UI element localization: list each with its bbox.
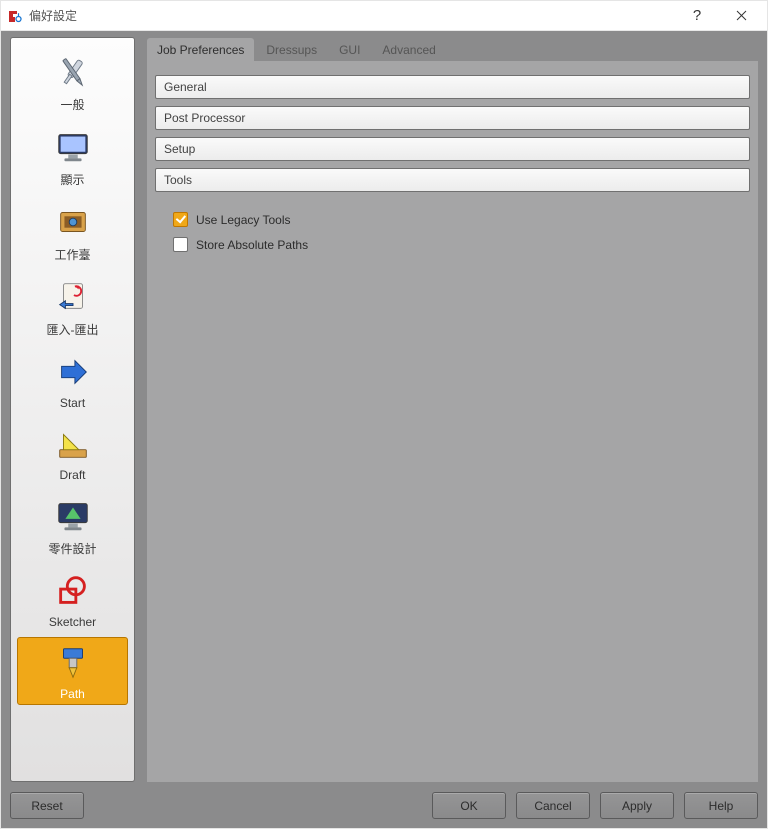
titlebar-help-button[interactable]: ? <box>675 2 719 30</box>
app-icon <box>7 8 23 24</box>
section-general[interactable]: General <box>155 75 750 99</box>
sidebar-item-label: Sketcher <box>49 615 96 629</box>
section-post-processor[interactable]: Post Processor <box>155 106 750 130</box>
sidebar-item-label: Draft <box>59 468 85 482</box>
cancel-button[interactable]: Cancel <box>516 792 590 819</box>
sidebar-item-label: 匯入-匯出 <box>47 321 99 338</box>
import-export-icon <box>53 277 93 317</box>
tabbar: Job Preferences Dressups GUI Advanced <box>147 37 758 61</box>
dialog-footer: Reset OK Cancel Apply Help <box>10 782 758 819</box>
option-label: Use Legacy Tools <box>196 213 291 227</box>
sidebar-item-label: 顯示 <box>60 171 84 188</box>
path-drill-icon <box>53 643 93 683</box>
ok-button[interactable]: OK <box>432 792 506 819</box>
sidebar-item-workbench[interactable]: 工作臺 <box>17 196 128 267</box>
option-use-legacy-tools[interactable]: Use Legacy Tools <box>155 207 750 232</box>
sidebar-item-label: 工作臺 <box>54 246 90 263</box>
sidebar-item-sketcher[interactable]: Sketcher <box>17 565 128 633</box>
monitor-icon <box>53 127 93 167</box>
tab-job-preferences[interactable]: Job Preferences <box>147 38 254 61</box>
tab-advanced[interactable]: Advanced <box>372 38 445 61</box>
window-title: 偏好設定 <box>29 7 77 24</box>
sidebar-item-label: Start <box>60 396 85 410</box>
reset-button[interactable]: Reset <box>10 792 84 819</box>
apply-button[interactable]: Apply <box>600 792 674 819</box>
sidebar-item-label: 零件設計 <box>48 540 96 557</box>
workbench-box-icon <box>53 202 93 242</box>
titlebar: 偏好設定 ? <box>1 1 767 31</box>
sidebar-item-start[interactable]: Start <box>17 346 128 414</box>
option-store-absolute-paths[interactable]: Store Absolute Paths <box>155 232 750 257</box>
arrow-right-icon <box>53 352 93 392</box>
tab-dressups[interactable]: Dressups <box>256 38 327 61</box>
part-design-icon <box>53 496 93 536</box>
sidebar-item-label: Path <box>60 687 85 701</box>
content-area: Job Preferences Dressups GUI Advanced Ge… <box>147 37 758 782</box>
sidebar-item-import-export[interactable]: 匯入-匯出 <box>17 271 128 342</box>
sidebar-item-display[interactable]: 顯示 <box>17 121 128 192</box>
sidebar-item-draft[interactable]: Draft <box>17 418 128 486</box>
section-tools[interactable]: Tools <box>155 168 750 192</box>
draft-triangle-icon <box>53 424 93 464</box>
help-button[interactable]: Help <box>684 792 758 819</box>
section-setup[interactable]: Setup <box>155 137 750 161</box>
sidebar-item-part-design[interactable]: 零件設計 <box>17 490 128 561</box>
checkbox-icon <box>173 212 188 227</box>
titlebar-close-button[interactable] <box>719 2 763 30</box>
wrench-screwdriver-icon <box>53 52 93 92</box>
checkbox-icon <box>173 237 188 252</box>
sidebar-item-label: 一般 <box>60 96 84 113</box>
option-label: Store Absolute Paths <box>196 238 308 252</box>
sidebar-item-general[interactable]: 一般 <box>17 46 128 117</box>
tab-gui[interactable]: GUI <box>329 38 370 61</box>
sketcher-icon <box>53 571 93 611</box>
category-sidebar: 一般 顯示 <box>10 37 135 782</box>
preferences-window: 偏好設定 ? <box>0 0 768 829</box>
sidebar-item-path[interactable]: Path <box>17 637 128 705</box>
tab-panel: General Post Processor Setup Tools Use L… <box>147 61 758 782</box>
